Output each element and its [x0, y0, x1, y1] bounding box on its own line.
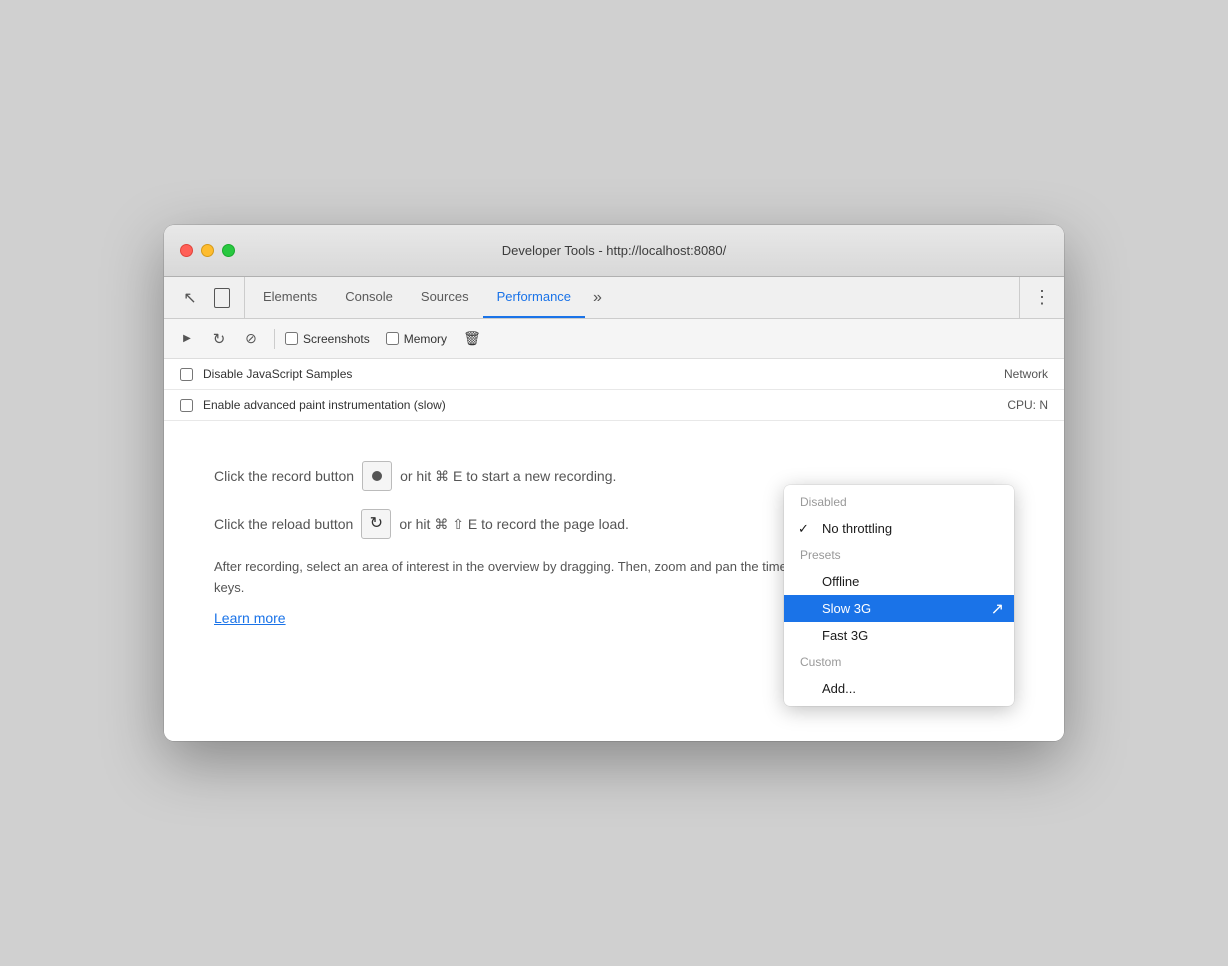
dropdown-offline[interactable]: Offline	[784, 568, 1014, 595]
stop-button[interactable]: ⊘	[238, 326, 264, 352]
record-instruction-pre: Click the record button	[214, 465, 354, 487]
toolbar-separator-1	[274, 329, 275, 349]
devtools-window: Developer Tools - http://localhost:8080/…	[164, 225, 1064, 741]
memory-label: Memory	[404, 332, 447, 346]
window-title: Developer Tools - http://localhost:8080/	[502, 243, 727, 258]
tab-performance-label: Performance	[497, 289, 571, 304]
settings-area: Disable JavaScript Samples Network Enabl…	[164, 359, 1064, 421]
stop-icon: ⊘	[245, 330, 257, 347]
device-toggle-btn[interactable]	[208, 284, 236, 312]
close-button[interactable]	[180, 244, 193, 257]
disable-js-samples-label: Disable JavaScript Samples	[203, 367, 994, 381]
cursor-icon: ↖	[183, 288, 196, 308]
tab-elements[interactable]: Elements	[249, 277, 331, 318]
inline-record-icon	[372, 471, 382, 481]
add-label: Add...	[822, 681, 856, 696]
record-button[interactable]: ▶	[174, 326, 200, 352]
settings-row-js-samples: Disable JavaScript Samples Network	[164, 359, 1064, 390]
tab-console-label: Console	[345, 289, 393, 304]
offline-label: Offline	[822, 574, 859, 589]
tab-performance[interactable]: Performance	[483, 277, 585, 318]
minimize-button[interactable]	[201, 244, 214, 257]
cpu-label: CPU: N	[1007, 398, 1048, 412]
disable-js-samples-checkbox[interactable]	[180, 368, 193, 381]
network-throttling-dropdown: Disabled ✓ No throttling Presets Offline…	[784, 485, 1014, 706]
inline-reload-icon: ↻	[370, 511, 383, 537]
memory-checkbox[interactable]	[386, 332, 399, 345]
fast-3g-label: Fast 3G	[822, 628, 868, 643]
title-bar: Developer Tools - http://localhost:8080/	[164, 225, 1064, 277]
dropdown-add[interactable]: Add...	[784, 675, 1014, 702]
reload-record-button[interactable]: ↻	[206, 326, 232, 352]
devtools-icon-group: ↖	[172, 277, 245, 318]
tabs-container: Elements Console Sources Performance »	[249, 277, 1019, 318]
more-icon: ⋮	[1033, 287, 1051, 308]
description-end: keys.	[214, 580, 244, 595]
record-instruction-post: or hit ⌘ E to start a new recording.	[400, 465, 616, 487]
checkmark-icon: ✓	[798, 521, 809, 537]
clear-recording-button[interactable]: 🗑	[459, 326, 485, 352]
more-options-button[interactable]: ⋮	[1028, 284, 1056, 312]
reload-instruction-post: or hit ⌘ ⇧ E to record the page load.	[399, 513, 629, 535]
traffic-lights	[180, 244, 235, 257]
cursor-icon-btn[interactable]: ↖	[176, 284, 204, 312]
tab-sources[interactable]: Sources	[407, 277, 483, 318]
inline-reload-button[interactable]: ↻	[361, 509, 391, 539]
tab-elements-label: Elements	[263, 289, 317, 304]
advanced-paint-label: Enable advanced paint instrumentation (s…	[203, 398, 997, 412]
device-icon	[214, 288, 230, 308]
settings-row-paint: Enable advanced paint instrumentation (s…	[164, 390, 1064, 421]
screenshots-checkbox[interactable]	[285, 332, 298, 345]
dropdown-disabled-label: Disabled	[784, 489, 1014, 515]
maximize-button[interactable]	[222, 244, 235, 257]
tab-bar: ↖ Elements Console Sources Performance »	[164, 277, 1064, 319]
tab-console[interactable]: Console	[331, 277, 407, 318]
dropdown-fast-3g[interactable]: Fast 3G	[784, 622, 1014, 649]
learn-more-link[interactable]: Learn more	[214, 610, 286, 626]
chevron-right-icon: »	[593, 289, 602, 307]
inline-record-button[interactable]	[362, 461, 392, 491]
screenshots-checkbox-group[interactable]: Screenshots	[285, 332, 370, 346]
memory-checkbox-group[interactable]: Memory	[386, 332, 447, 346]
record-icon: ▶	[183, 333, 191, 344]
dropdown-slow-3g[interactable]: Slow 3G ↗	[784, 595, 1014, 622]
advanced-paint-checkbox[interactable]	[180, 399, 193, 412]
reload-icon: ↻	[213, 330, 226, 348]
dropdown-no-throttling[interactable]: ✓ No throttling	[784, 515, 1014, 542]
network-label: Network	[1004, 367, 1048, 381]
dropdown-custom-label: Custom	[784, 649, 1014, 675]
dropdown-presets-label: Presets	[784, 542, 1014, 568]
tab-sources-label: Sources	[421, 289, 469, 304]
slow-3g-label: Slow 3G	[822, 601, 871, 616]
cursor-pointer-icon: ↗	[991, 599, 1004, 619]
tab-bar-right: ⋮	[1019, 277, 1056, 318]
trash-icon: 🗑	[463, 330, 481, 347]
reload-instruction-pre: Click the reload button	[214, 513, 353, 535]
screenshots-label: Screenshots	[303, 332, 370, 346]
tab-more-button[interactable]: »	[585, 277, 610, 318]
performance-toolbar: ▶ ↻ ⊘ Screenshots Memory 🗑	[164, 319, 1064, 359]
no-throttling-label: No throttling	[822, 521, 892, 536]
